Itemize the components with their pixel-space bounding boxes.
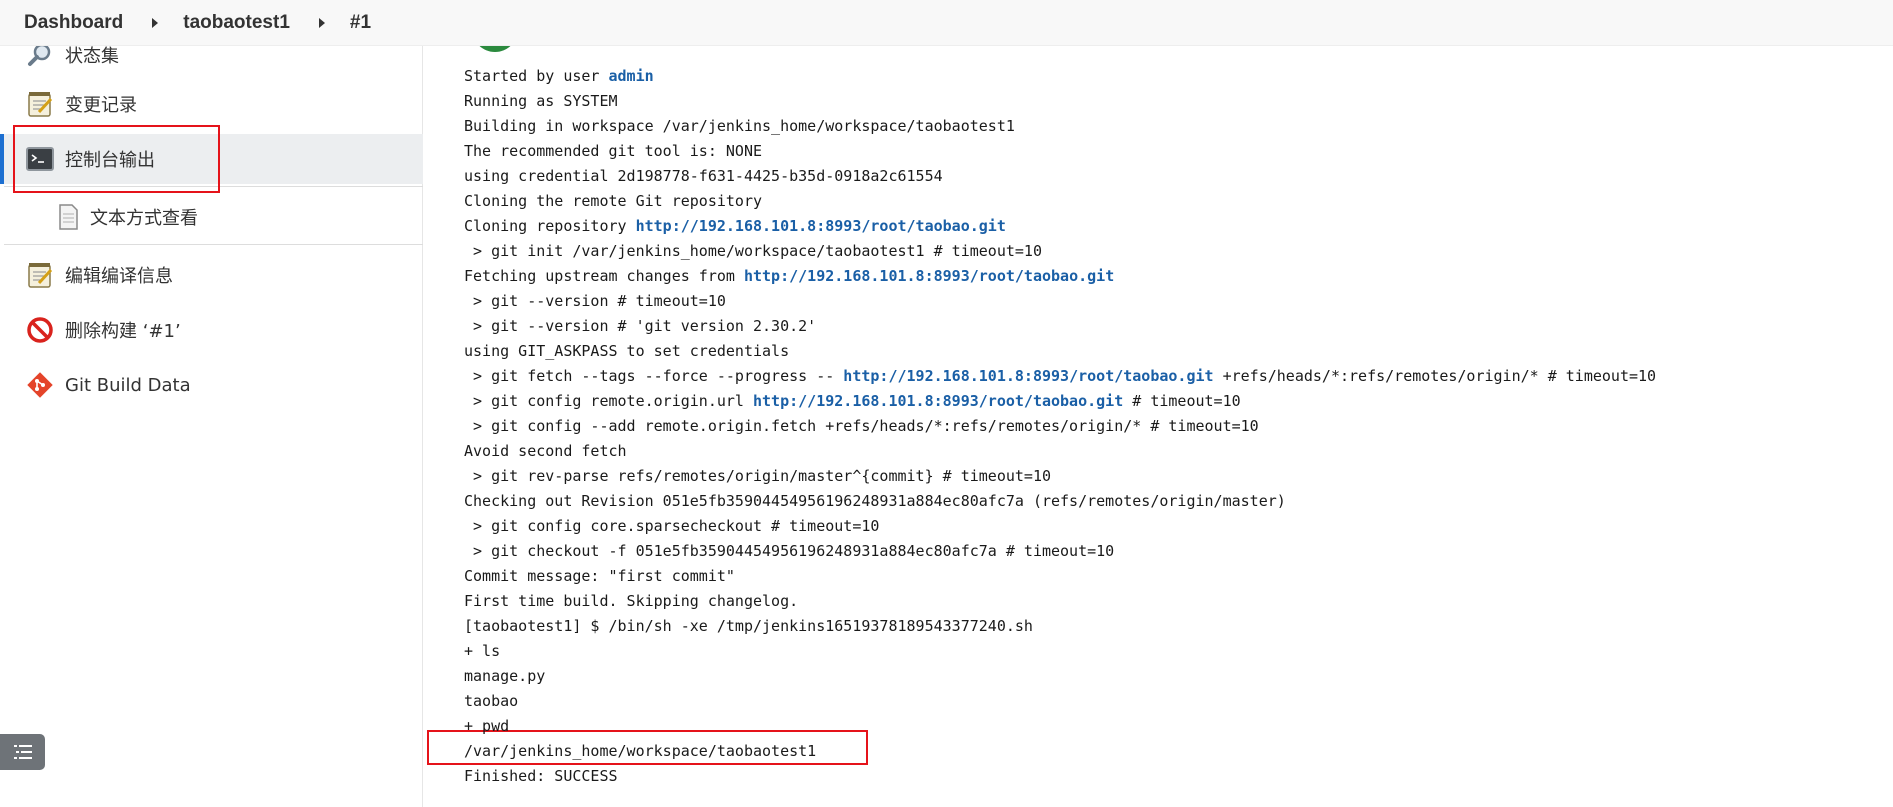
console-line: > git checkout -f 051e5fb359044549561962… — [464, 542, 1115, 560]
console-line: using GIT_ASKPASS to set credentials — [464, 342, 790, 360]
breadcrumb-dashboard[interactable]: Dashboard — [24, 12, 123, 34]
console-line: > git config core.sparsecheckout # timeo… — [464, 517, 880, 535]
sidebar-item-label: Git Build Data — [65, 374, 191, 396]
sidebar-item-label: 删除构建 ‘#1’ — [65, 321, 181, 342]
console-line: First time build. Skipping changelog. — [464, 592, 799, 610]
notepad-icon — [28, 92, 53, 117]
git-icon — [27, 372, 53, 398]
console-line: > git init /var/jenkins_home/workspace/t… — [464, 242, 1042, 260]
repo-link[interactable]: http://192.168.101.8:8993/root/taobao.gi… — [753, 392, 1123, 410]
console-line: Checking out Revision 051e5fb35904454956… — [464, 492, 1286, 510]
console-line: using credential 2d198778-f631-4425-b35d… — [464, 167, 943, 185]
document-icon — [59, 204, 78, 230]
console-line: Avoid second fetch — [464, 442, 627, 460]
sidebar-item-changes[interactable]: 变更记录 — [0, 79, 423, 129]
sidebar-item-git-build-data[interactable]: Git Build Data — [0, 360, 423, 410]
breadcrumb-job[interactable]: taobaotest1 — [183, 12, 290, 34]
console-line: Finished: SUCCESS — [464, 767, 618, 785]
repo-link[interactable]: http://192.168.101.8:8993/root/taobao.gi… — [636, 217, 1006, 235]
notepad-icon — [28, 263, 53, 288]
breadcrumb: Dashboard taobaotest1 #1 — [0, 0, 1893, 46]
console-line: [taobaotest1] $ /bin/sh -xe /tmp/jenkins… — [464, 617, 1033, 635]
sidebar-item-label: 文本方式查看 — [90, 208, 198, 229]
sidebar-item-delete-build[interactable]: 删除构建 ‘#1’ — [0, 305, 423, 355]
sidebar-item-edit-build-info[interactable]: 编辑编译信息 — [0, 250, 423, 300]
console-line: > git --version # 'git version 2.30.2' — [464, 317, 817, 335]
console-line: taobao — [464, 692, 519, 710]
breadcrumb-build[interactable]: #1 — [350, 12, 371, 34]
console-line: The recommended git tool is: NONE — [464, 142, 763, 160]
highlight-box-console-output — [13, 125, 220, 193]
console-line: > git config remote.origin.url http://19… — [464, 392, 1241, 410]
console-line: Fetching upstream changes from http://19… — [464, 267, 1115, 285]
console-output: Started by user admin Running as SYSTEM … — [464, 64, 1656, 789]
console-line: > git fetch --tags --force --progress --… — [464, 367, 1657, 385]
console-line: Commit message: "first commit" — [464, 567, 735, 585]
console-line: Cloning repository http://192.168.101.8:… — [464, 217, 1006, 235]
sidebar-item-view-as-text[interactable]: 文本方式查看 — [0, 192, 423, 242]
console-line: > git config --add remote.origin.fetch +… — [464, 417, 1259, 435]
sidebar-item-label: 编辑编译信息 — [65, 266, 173, 287]
console-line: /var/jenkins_home/workspace/taobaotest1 — [464, 742, 817, 760]
repo-link[interactable]: http://192.168.101.8:8993/root/taobao.gi… — [843, 367, 1213, 385]
user-link[interactable]: admin — [609, 67, 654, 85]
list-icon — [13, 745, 32, 759]
console-line: > git --version # timeout=10 — [464, 292, 726, 310]
console-line: Started by user admin — [464, 67, 654, 85]
console-line: Building in workspace /var/jenkins_home/… — [464, 117, 1015, 135]
breadcrumb-chevron-icon[interactable] — [318, 17, 325, 28]
repo-link[interactable]: http://192.168.101.8:8993/root/taobao.gi… — [744, 267, 1114, 285]
console-line: Running as SYSTEM — [464, 92, 618, 110]
divider — [4, 244, 423, 245]
sidebar-item-label: 变更记录 — [65, 95, 137, 116]
console-line: > git rev-parse refs/remotes/origin/mast… — [464, 467, 1051, 485]
console-line: + ls — [464, 642, 501, 660]
sidebar-toggle-button[interactable] — [0, 734, 45, 770]
console-line: Cloning the remote Git repository — [464, 192, 763, 210]
console-line: manage.py — [464, 667, 546, 685]
console-line: + pwd — [464, 717, 510, 735]
breadcrumb-chevron-icon[interactable] — [152, 17, 159, 28]
no-entry-icon — [27, 317, 53, 343]
